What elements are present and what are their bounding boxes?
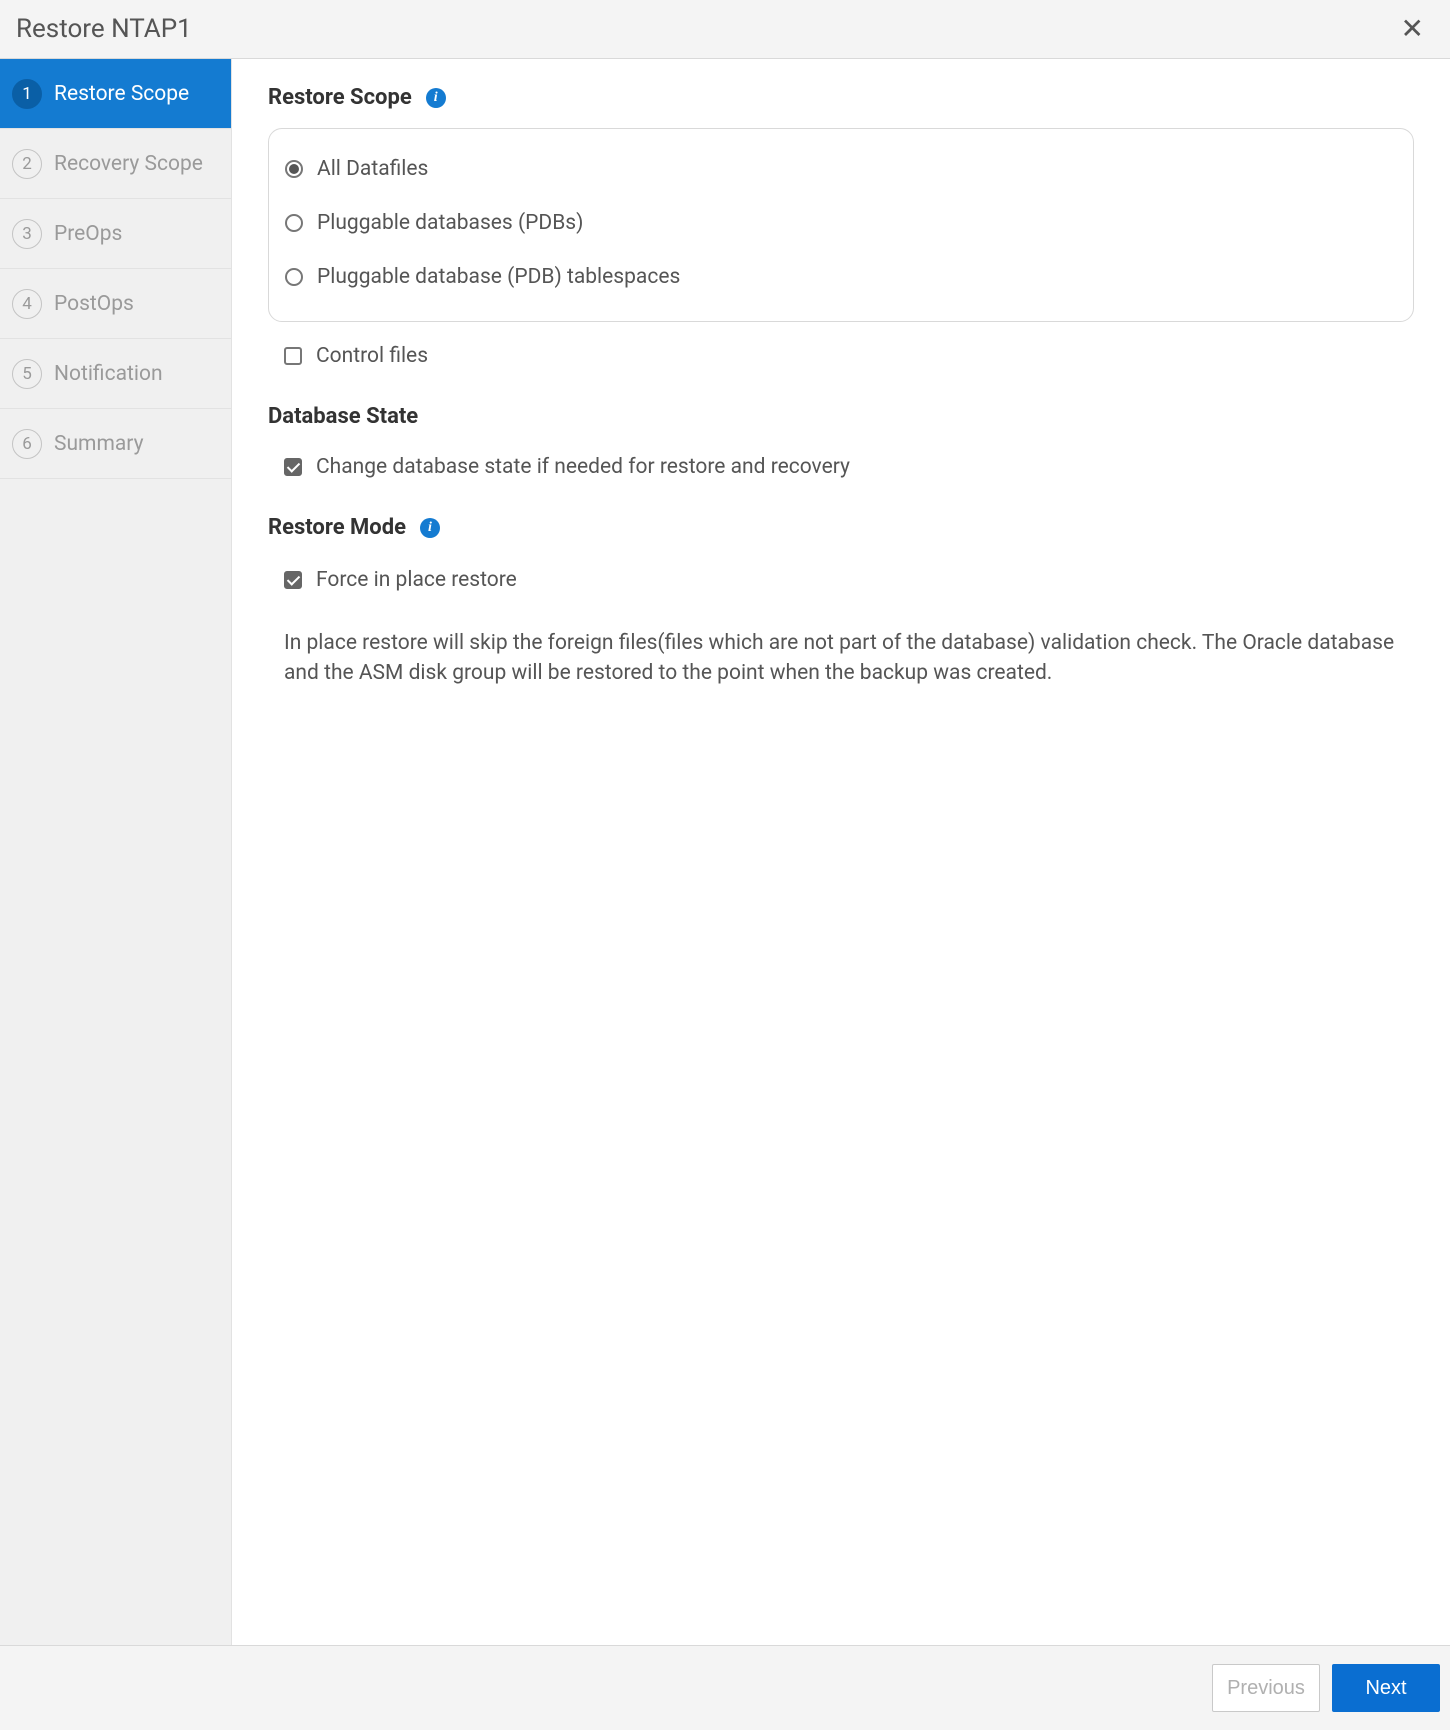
step-preops[interactable]: 3 PreOps xyxy=(0,199,231,269)
step-number: 4 xyxy=(12,289,42,319)
step-postops[interactable]: 4 PostOps xyxy=(0,269,231,339)
restore-mode-block: Force in place restore In place restore … xyxy=(268,560,1414,689)
wizard-content: Restore Scope i All Datafiles Pluggable … xyxy=(232,59,1450,1645)
step-recovery-scope[interactable]: 2 Recovery Scope xyxy=(0,129,231,199)
info-icon[interactable]: i xyxy=(420,518,440,538)
checkbox-icon xyxy=(284,571,302,589)
next-button[interactable]: Next xyxy=(1332,1664,1440,1712)
checkbox-icon xyxy=(284,458,302,476)
checkbox-label: Force in place restore xyxy=(316,568,517,592)
radio-label: All Datafiles xyxy=(317,157,428,181)
step-label: Summary xyxy=(54,432,144,456)
step-label: Recovery Scope xyxy=(54,152,203,176)
titlebar: Restore NTAP1 ✕ xyxy=(0,0,1450,59)
restore-scope-panel: All Datafiles Pluggable databases (PDBs)… xyxy=(268,128,1414,322)
button-label: Next xyxy=(1365,1677,1406,1700)
restore-mode-heading: Restore Mode i xyxy=(268,515,1414,540)
checkbox-label: Change database state if needed for rest… xyxy=(316,455,850,479)
radio-all-datafiles[interactable]: All Datafiles xyxy=(285,149,1397,189)
step-number: 1 xyxy=(12,79,42,109)
step-number: 6 xyxy=(12,429,42,459)
heading-text: Database State xyxy=(268,404,418,429)
dialog-title: Restore NTAP1 xyxy=(16,14,192,44)
checkbox-force-in-place[interactable]: Force in place restore xyxy=(284,560,1414,600)
step-label: Notification xyxy=(54,362,163,386)
radio-pdb-tablespaces[interactable]: Pluggable database (PDB) tablespaces xyxy=(285,257,1397,297)
step-number: 5 xyxy=(12,359,42,389)
restore-scope-heading: Restore Scope i xyxy=(268,85,1414,110)
info-icon[interactable]: i xyxy=(426,88,446,108)
radio-label: Pluggable databases (PDBs) xyxy=(317,211,583,235)
checkbox-icon xyxy=(284,347,302,365)
step-number: 3 xyxy=(12,219,42,249)
step-label: Restore Scope xyxy=(54,82,189,106)
radio-label: Pluggable database (PDB) tablespaces xyxy=(317,265,680,289)
radio-pluggable-databases[interactable]: Pluggable databases (PDBs) xyxy=(285,203,1397,243)
wizard-footer: Previous Next xyxy=(0,1645,1450,1730)
heading-text: Restore Scope xyxy=(268,85,412,110)
checkbox-label: Control files xyxy=(316,344,428,368)
step-notification[interactable]: 5 Notification xyxy=(0,339,231,409)
restore-mode-description: In place restore will skip the foreign f… xyxy=(284,628,1414,689)
close-button[interactable]: ✕ xyxy=(1395,15,1430,43)
heading-text: Restore Mode xyxy=(268,515,406,540)
step-restore-scope[interactable]: 1 Restore Scope xyxy=(0,59,231,129)
checkbox-change-db-state[interactable]: Change database state if needed for rest… xyxy=(268,447,1414,487)
close-icon: ✕ xyxy=(1401,13,1424,44)
dialog-body: 1 Restore Scope 2 Recovery Scope 3 PreOp… xyxy=(0,59,1450,1645)
previous-button[interactable]: Previous xyxy=(1212,1664,1320,1712)
radio-icon xyxy=(285,160,303,178)
radio-icon xyxy=(285,268,303,286)
step-label: PreOps xyxy=(54,222,122,246)
step-summary[interactable]: 6 Summary xyxy=(0,409,231,479)
wizard-sidebar: 1 Restore Scope 2 Recovery Scope 3 PreOp… xyxy=(0,59,232,1645)
button-label: Previous xyxy=(1227,1677,1305,1700)
step-label: PostOps xyxy=(54,292,134,316)
step-number: 2 xyxy=(12,149,42,179)
checkbox-control-files[interactable]: Control files xyxy=(268,336,1414,376)
database-state-heading: Database State xyxy=(268,404,1414,429)
radio-icon xyxy=(285,214,303,232)
